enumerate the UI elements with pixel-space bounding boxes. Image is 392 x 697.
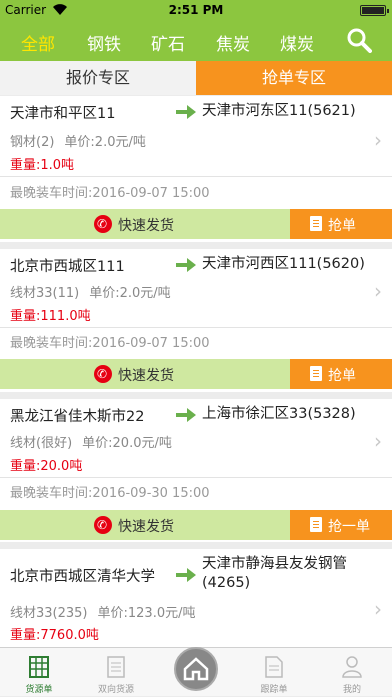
grab-order-button[interactable]: 抢单: [290, 359, 392, 389]
quick-ship-button[interactable]: 快速发货: [0, 359, 290, 389]
order-actions: 快速发货 抢单: [0, 209, 392, 239]
material-info: 线材(很好) 单价:20.0元/吨: [10, 432, 172, 451]
tab-tracking[interactable]: 跟踪单: [238, 648, 310, 697]
latest-loading-time: 最晚装车时间:2016-09-07 15:00: [10, 336, 210, 351]
tab-coal[interactable]: 煤炭: [280, 30, 314, 55]
search-icon[interactable]: [346, 27, 372, 53]
tab-ore[interactable]: 矿石: [151, 30, 185, 55]
grab-label: 抢单: [328, 368, 356, 384]
tab-two-way-cargo[interactable]: 双向货源: [80, 648, 152, 697]
phone-icon: [94, 365, 112, 383]
origin: 北京市西城区清华大学: [10, 569, 155, 585]
quick-ship-label: 快速发货: [118, 519, 174, 535]
document-icon: [310, 366, 322, 381]
divider: [0, 327, 392, 328]
material-info: 线材33(235) 单价:123.0元/吨: [10, 602, 195, 621]
category-nav: 全部 钢铁 矿石 焦炭 煤炭: [0, 20, 392, 61]
grab-order-button[interactable]: 抢单: [290, 209, 392, 239]
tab-quote-zone[interactable]: 报价专区: [0, 61, 196, 95]
quick-ship-label: 快速发货: [118, 218, 174, 234]
order-card[interactable]: 北京市西城区111 天津市河西区111(5620) 线材33(11) 单价:2.0…: [0, 249, 392, 392]
unit-price: 单价:2.0元/吨: [64, 135, 146, 150]
zone-tabs: 报价专区 抢单专区: [0, 61, 392, 95]
tab-label: 货源单: [25, 685, 53, 695]
material-info: 线材33(11) 单价:2.0元/吨: [10, 282, 171, 301]
grab-label: 抢单: [328, 218, 356, 234]
order-actions: 快速发货 抢一单: [0, 510, 392, 540]
material-info: 钢材(2) 单价:2.0元/吨: [10, 131, 146, 150]
destination: 天津市河东区11(5621): [202, 103, 356, 119]
home-button[interactable]: [174, 647, 218, 691]
unit-price: 单价:2.0元/吨: [89, 286, 171, 301]
tab-label: 跟踪单: [260, 685, 288, 695]
tab-cargo-list[interactable]: 货源单: [3, 648, 75, 697]
tab-label: 我的: [342, 685, 361, 695]
weight: 重量:20.0吨: [10, 459, 83, 474]
document-icon: [310, 216, 322, 231]
destination: 天津市河西区111(5620): [202, 256, 365, 272]
status-bar: Carrier 2:51 PM: [0, 0, 392, 20]
tab-me[interactable]: 我的: [316, 648, 388, 697]
tab-label: 双向货源: [97, 685, 134, 695]
arrow-right-icon: [176, 568, 196, 582]
origin: 黑龙江省佳木斯市22: [10, 409, 145, 425]
order-actions: 快速发货 抢单: [0, 359, 392, 389]
grab-label: 抢一单: [328, 519, 370, 535]
weight: 重量:111.0吨: [10, 309, 91, 324]
weight: 重量:1.0吨: [10, 158, 75, 173]
quick-ship-button[interactable]: 快速发货: [0, 510, 290, 540]
unit-price: 单价:123.0元/吨: [97, 606, 196, 621]
arrow-right-icon: [176, 258, 196, 272]
arrow-right-icon: [176, 105, 196, 119]
document-icon: [310, 517, 322, 532]
order-card[interactable]: 北京市西城区清华大学 天津市静海县友发钢管(4265) 线材33(235) 单价:…: [0, 549, 392, 649]
phone-icon: [94, 215, 112, 233]
chevron-right-icon: ›: [374, 279, 382, 303]
tab-all[interactable]: 全部: [21, 30, 55, 55]
tracking-doc-icon: [265, 656, 283, 678]
divider: [0, 477, 392, 478]
chevron-right-icon: ›: [374, 429, 382, 453]
grid-list-icon: [29, 656, 49, 678]
weight: 重量:7760.0吨: [10, 628, 99, 643]
order-card[interactable]: 天津市和平区11 天津市河东区11(5621) 钢材(2) 单价:2.0元/吨 ›…: [0, 96, 392, 242]
origin: 天津市和平区11: [10, 106, 116, 122]
material: 线材33(235): [10, 606, 88, 621]
latest-loading-time: 最晚装车时间:2016-09-30 15:00: [10, 486, 210, 501]
origin: 北京市西城区111: [10, 259, 125, 275]
chevron-right-icon: ›: [374, 597, 382, 621]
status-time: 2:51 PM: [168, 3, 224, 17]
destination: 天津市静海县友发钢管(4265): [202, 556, 347, 591]
phone-icon: [94, 516, 112, 534]
quick-ship-button[interactable]: 快速发货: [0, 209, 290, 239]
chevron-right-icon: ›: [374, 128, 382, 152]
home-icon: [183, 657, 209, 681]
document-stack-icon: [107, 656, 125, 678]
quick-ship-label: 快速发货: [118, 368, 174, 384]
material: 线材(很好): [10, 436, 73, 451]
material: 钢材(2): [10, 135, 55, 150]
order-card[interactable]: 黑龙江省佳木斯市22 上海市徐汇区33(5328) 线材(很好) 单价:20.0元…: [0, 399, 392, 542]
grab-order-button[interactable]: 抢一单: [290, 510, 392, 540]
latest-loading-time: 最晚装车时间:2016-09-07 15:00: [10, 186, 210, 201]
tab-steel[interactable]: 钢铁: [87, 30, 121, 55]
material: 线材33(11): [10, 286, 80, 301]
user-icon: [342, 656, 362, 678]
arrow-right-icon: [176, 408, 196, 422]
divider: [0, 176, 392, 177]
unit-price: 单价:20.0元/吨: [82, 436, 172, 451]
tab-coke[interactable]: 焦炭: [216, 30, 250, 55]
destination: 上海市徐汇区33(5328): [202, 406, 356, 422]
tab-grab-zone[interactable]: 抢单专区: [196, 61, 392, 95]
battery-icon: [360, 5, 389, 16]
